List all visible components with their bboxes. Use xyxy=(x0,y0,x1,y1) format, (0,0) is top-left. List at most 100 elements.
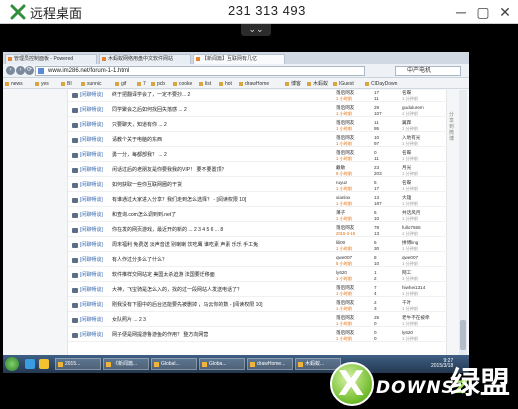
thread-row[interactable]: [闲聊畅谈] 有人作过分多么了什么？ qwe007 5 小时前 8 10 qwe00… xyxy=(68,255,448,267)
address-bar[interactable]: www.im286.net/forum-1-1.html xyxy=(35,66,365,76)
bookmark-item[interactable]: 7 xyxy=(137,80,146,88)
taskbar-item[interactable]: Global... xyxy=(151,358,197,370)
thread-category[interactable]: [闲聊畅谈] xyxy=(80,121,103,130)
thread-title[interactable]: 有人作过分多么了什么？ xyxy=(112,256,322,265)
thread-author[interactable]: 薄子 1 小时前 xyxy=(336,210,352,221)
thread-author[interactable]: 落后网友 1 小时前 xyxy=(336,300,354,311)
thread-category[interactable]: [闲聊畅谈] xyxy=(80,211,103,220)
bookmark-item[interactable]: hot xyxy=(219,80,232,88)
thread-title[interactable]: 周末福利 免费送 淡声音送 别喇喇 饮吃鹰 谁吃素 声素 乐乐 手工兔 xyxy=(112,241,322,250)
thread-last-post[interactable]: 名蝶 1 分钟前 xyxy=(402,150,418,161)
thread-author[interactable]: ruyuz 1 小时前 xyxy=(336,180,352,191)
thread-title[interactable]: 软件推样交网站定 美国太杀迫游 法国要迁移面 xyxy=(112,271,322,280)
bookmark-item[interactable]: BI xyxy=(61,80,72,88)
thread-last-post[interactable]: 共话风月 1 分钟前 xyxy=(402,210,420,221)
browser-tab-active[interactable]: 【新闻篇】互联网有几亿 xyxy=(193,54,285,64)
thread-last-post[interactable]: 老牛不在被牵 1 分钟前 xyxy=(402,315,430,326)
thread-row[interactable]: [闲聊畅谈] 你在发的网页游戏，最近开的新的 ... 2 3 4 5 6 ...… xyxy=(68,225,448,237)
thread-last-post[interactable]: 千叶 1 分钟前 xyxy=(402,300,418,311)
thread-title[interactable]: 网子便是网提游鲁游鱼的作用？ 整方向网营 xyxy=(112,331,322,340)
thread-author[interactable]: 落后网友 1 小时前 xyxy=(336,90,354,101)
page-scrollbar[interactable] xyxy=(459,90,467,366)
thread-row[interactable]: [闲聊畅谈] 闲话过后的老朋友是你要我我的VIP！ 要不要置顶？ 戴敏 5 小时前… xyxy=(68,165,448,177)
thread-category[interactable]: [闲聊畅谈] xyxy=(80,151,103,160)
bookmark-item[interactable]: gif xyxy=(115,80,126,88)
bookmark-item[interactable]: sunnic xyxy=(81,80,101,88)
bookmark-item[interactable]: IGuest xyxy=(333,80,354,88)
bookmark-item[interactable]: ClDayDown xyxy=(365,80,397,88)
thread-last-post[interactable]: gudulurem 1 分钟前 xyxy=(402,105,424,116)
start-button[interactable] xyxy=(5,357,19,371)
thread-last-post[interactable]: hiwhei1314 1 分钟前 xyxy=(402,285,425,296)
thread-title[interactable]: 只要聊天，知道有你 ... 2 xyxy=(112,121,322,130)
session-toolbar-handle[interactable]: ⌄⌄ xyxy=(241,24,271,36)
thread-last-post[interactable]: 网工 1 分钟前 xyxy=(402,270,418,281)
thread-title[interactable]: 和查询.com怎么调到到.net了 xyxy=(112,211,322,220)
thread-author[interactable]: 落后网友 1 小时前 xyxy=(336,315,354,326)
thread-category[interactable]: [闲聊畅谈] xyxy=(80,196,103,205)
thread-row[interactable]: [闲聊畅谈] 如何获取一些你互联网圈的干货 ruyuz 1 小时前 5 17 名蝶 1… xyxy=(68,180,448,192)
thread-author[interactable]: 落后网友 2015-3-16 xyxy=(336,225,355,236)
bookmark-item[interactable]: yes xyxy=(35,80,49,88)
thread-row[interactable]: [闲聊畅谈] 刚我没有下图中的后台还能要先被删掉 ，马云你的数 - [阅读权限 … xyxy=(68,300,448,312)
thread-category[interactable]: [闲聊畅谈] xyxy=(80,286,103,295)
thread-last-post[interactable]: 月光 1 分钟前 xyxy=(402,165,418,176)
bookmark-item[interactable]: cooke xyxy=(173,80,192,88)
thread-row[interactable]: [闲聊畅谈] 终于把翻译学会了，一定不要抄... 2 落后网友 1 小时前 17 1… xyxy=(68,90,448,102)
thread-last-post[interactable]: fullo7555 1 分钟前 xyxy=(402,225,421,236)
thread-author[interactable]: 落后网友 1 小时前 xyxy=(336,150,354,161)
thread-last-post[interactable]: 名蝶 1 分钟前 xyxy=(402,180,418,191)
close-icon[interactable]: ✕ xyxy=(496,3,514,21)
thread-title[interactable]: 如何获取一些你互联网圈的干货 xyxy=(112,181,322,190)
thread-author[interactable]: 落后网友 1 小时前 xyxy=(336,105,354,116)
bookmark-item[interactable]: news xyxy=(5,80,23,88)
maximize-icon[interactable]: ▢ xyxy=(474,3,492,21)
thread-row[interactable]: [闲聊畅谈] 只要聊天，知道有你 ... 2 落后网友 1 小时前 11 95 翼霖… xyxy=(68,120,448,132)
thread-author[interactable]: 落后网友 1 小时前 xyxy=(336,285,354,296)
thread-author[interactable]: xianlox 1 小时前 xyxy=(336,195,352,206)
thread-author[interactable]: 落后网友 1 小时前 xyxy=(336,330,354,341)
browser-app-icon[interactable] xyxy=(25,359,35,369)
thread-row[interactable]: [闲聊畅谈] 软件推样交网站定 美国太杀迫游 法国要迁移面 ly620 1 小时前… xyxy=(68,270,448,282)
taskbar-item[interactable]: 《新闻篇... xyxy=(103,358,149,370)
remote-screen[interactable]: 管理员控制面板 - Powered 木蚂蚁网络用盘中文软件网站 【新闻篇】互联网… xyxy=(3,52,469,372)
thread-category[interactable]: [闲聊畅谈] xyxy=(80,106,103,115)
thread-category[interactable]: [闲聊畅谈] xyxy=(80,241,103,250)
thread-author[interactable]: qwe007 5 小时前 xyxy=(336,255,352,266)
taskbar-item[interactable]: drawHome... xyxy=(247,358,293,370)
thread-title[interactable]: 你在发的网页游戏，最近开的新的 ... 2 3 4 5 6 ... 8 xyxy=(112,226,322,235)
thread-last-post[interactable]: 大雄 1 分钟前 xyxy=(402,195,418,206)
thread-category[interactable]: [闲聊畅谈] xyxy=(80,316,103,325)
thread-row[interactable]: [闲聊畅谈] 周末福利 免费送 淡声音送 别喇喇 饮吃鹰 谁吃素 声素 乐乐 手… xyxy=(68,240,448,252)
thread-last-post[interactable]: ly620 1 分钟前 xyxy=(402,330,418,341)
thread-title[interactable]: 同学聚会之后如何找回失落感 ... 2 xyxy=(112,106,322,115)
thread-last-post[interactable]: 名蝶 1 分钟前 xyxy=(402,90,418,101)
thread-last-post[interactable]: 入地有光 1 分钟前 xyxy=(402,135,420,146)
thread-title[interactable]: 闲话过后的老朋友是你要我我的VIP！ 要不要置顶？ xyxy=(112,166,322,175)
thread-author[interactable]: ly620 1 小时前 xyxy=(336,270,352,281)
thread-author[interactable]: 落后网友 1 小时前 xyxy=(336,135,354,146)
thread-category[interactable]: [闲聊畅谈] xyxy=(80,331,103,340)
chat-app-icon[interactable] xyxy=(39,359,49,369)
bookmark-item[interactable]: 木蚂蚁 xyxy=(307,80,328,88)
thread-title[interactable]: 有谁通过大家进入分享？我们走到怎么选择？ - [阅读权限 10] xyxy=(112,196,322,205)
thread-category[interactable]: [闲聊畅谈] xyxy=(80,301,103,310)
thread-last-post[interactable]: 拼博ling 1 分钟前 xyxy=(402,240,418,251)
thread-last-post[interactable]: 翼霖 1 分钟前 xyxy=(402,120,418,131)
thread-category[interactable]: [闲聊畅谈] xyxy=(80,91,103,100)
bookmark-item[interactable]: 博客 xyxy=(285,80,301,88)
thread-category[interactable]: [闲聊畅谈] xyxy=(80,181,103,190)
thread-title[interactable]: 女队照片 ... 2 3 xyxy=(112,316,322,325)
share-sidebar-text[interactable]: 分享到微博 xyxy=(449,112,457,142)
reload-icon[interactable]: ⟳ xyxy=(25,66,34,75)
thread-row[interactable]: [闲聊畅谈] 请教个关于电脑的东西 落后网友 1 小时前 10 97 入地有光 1 分… xyxy=(68,135,448,147)
scrollbar-thumb[interactable] xyxy=(460,320,466,350)
thread-category[interactable]: [闲聊畅谈] xyxy=(80,271,103,280)
thread-author[interactable]: lili00 1 小时前 xyxy=(336,240,352,251)
thread-title[interactable]: 刚我没有下图中的后台还能要先被删掉 ，马云你的数 - [阅读权限 10] xyxy=(112,301,322,310)
thread-author[interactable]: 落后网友 1 小时前 xyxy=(336,120,354,131)
minimize-icon[interactable]: ─ xyxy=(452,3,470,21)
thread-row[interactable]: [闲聊畅谈] 大神，飞宝骑是怎么入的，找的过一段网站人发送电话了？ 落后网友 1 … xyxy=(68,285,448,297)
thread-last-post[interactable]: qwe007 1 分钟前 xyxy=(402,255,418,266)
thread-row[interactable]: [闲聊畅谈] 有谁通过大家进入分享？我们走到怎么选择？ - [阅读权限 10] … xyxy=(68,195,448,207)
